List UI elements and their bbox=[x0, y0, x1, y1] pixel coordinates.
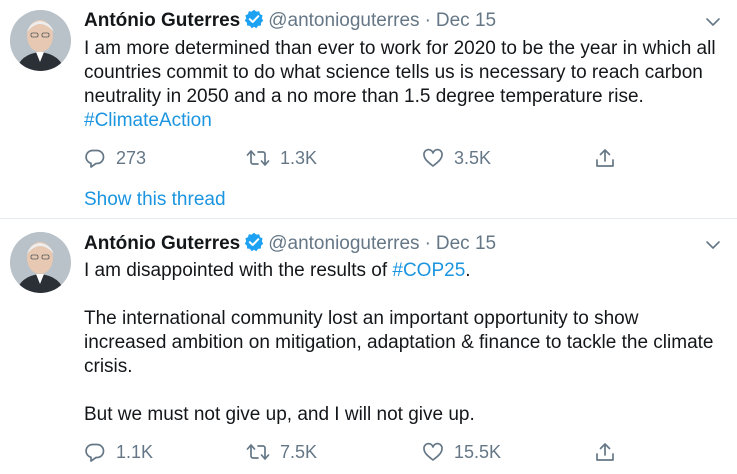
retweet-button[interactable]: 7.5K bbox=[246, 439, 317, 465]
author-handle[interactable]: @antonioguterres bbox=[268, 233, 419, 254]
avatar[interactable] bbox=[10, 232, 71, 293]
tweet-header: António Guterres @antonioguterres · Dec 15 bbox=[84, 8, 737, 34]
like-button[interactable]: 15.5K bbox=[422, 439, 501, 465]
separator-dot: · bbox=[424, 233, 431, 254]
hashtag-link[interactable]: #ClimateAction bbox=[84, 110, 212, 131]
retweet-button[interactable]: 1.3K bbox=[246, 145, 317, 171]
author-handle[interactable]: @antonioguterres bbox=[268, 10, 419, 31]
tweet-paragraph: The international community lost an impo… bbox=[84, 307, 724, 379]
share-icon bbox=[596, 149, 614, 167]
verified-badge-icon bbox=[244, 232, 264, 260]
heart-icon bbox=[423, 148, 443, 167]
chevron-down-icon[interactable] bbox=[705, 235, 721, 261]
reply-icon bbox=[85, 149, 105, 168]
retweet-count: 7.5K bbox=[280, 441, 318, 462]
tweet-text-segment: I am more determined than ever to work f… bbox=[84, 38, 716, 107]
share-button[interactable] bbox=[594, 145, 626, 171]
reply-button[interactable]: 1.1K bbox=[84, 439, 153, 465]
separator-dot: · bbox=[424, 10, 431, 31]
tweet-header: António Guterres @antonioguterres · Dec 15 bbox=[84, 231, 737, 257]
share-button[interactable] bbox=[594, 439, 626, 465]
tweet-paragraph: I am more determined than ever to work f… bbox=[84, 37, 724, 133]
tweet-actions: 1.1K 7.5K 15.5K bbox=[84, 439, 624, 465]
tweet-text-segment: . bbox=[465, 260, 471, 281]
like-count: 3.5K bbox=[454, 147, 492, 168]
retweet-icon bbox=[246, 444, 270, 460]
verified-badge-icon bbox=[244, 9, 264, 37]
tweet-text-segment: I am disappointed with the results of bbox=[84, 260, 393, 281]
tweet-text: I am disappointed with the results of #C… bbox=[84, 259, 724, 427]
tweet-text-segment: But we must not give up, and I will not … bbox=[84, 404, 475, 425]
tweet-date[interactable]: Dec 15 bbox=[436, 10, 496, 31]
tweet-text-segment: The international community lost an impo… bbox=[84, 308, 714, 377]
share-icon bbox=[596, 443, 614, 461]
tweet-date[interactable]: Dec 15 bbox=[436, 233, 496, 254]
tweet-paragraph: I am disappointed with the results of #C… bbox=[84, 259, 724, 283]
author-name[interactable]: António Guterres bbox=[84, 233, 240, 254]
tweet-actions: 273 1.3K 3.5K bbox=[84, 145, 624, 171]
avatar[interactable] bbox=[10, 10, 71, 71]
chevron-down-icon[interactable] bbox=[705, 12, 721, 38]
tweet[interactable]: António Guterres @antonioguterres · Dec 15 … bbox=[0, 0, 737, 219]
show-thread-link[interactable]: Show this thread bbox=[84, 187, 226, 213]
reply-button[interactable]: 273 bbox=[84, 145, 146, 171]
hashtag-link[interactable]: #COP25 bbox=[392, 260, 465, 281]
retweet-count: 1.3K bbox=[280, 147, 318, 168]
tweet[interactable]: António Guterres @antonioguterres · Dec 15 … bbox=[0, 219, 737, 474]
reply-count: 273 bbox=[116, 147, 147, 168]
tweet-paragraph: But we must not give up, and I will not … bbox=[84, 403, 724, 427]
like-button[interactable]: 3.5K bbox=[422, 145, 491, 171]
reply-count: 1.1K bbox=[116, 441, 154, 462]
reply-icon bbox=[85, 443, 105, 462]
like-count: 15.5K bbox=[454, 441, 502, 462]
tweet-text: I am more determined than ever to work f… bbox=[84, 37, 724, 133]
retweet-icon bbox=[246, 150, 270, 166]
heart-icon bbox=[423, 442, 443, 461]
author-name[interactable]: António Guterres bbox=[84, 10, 240, 31]
